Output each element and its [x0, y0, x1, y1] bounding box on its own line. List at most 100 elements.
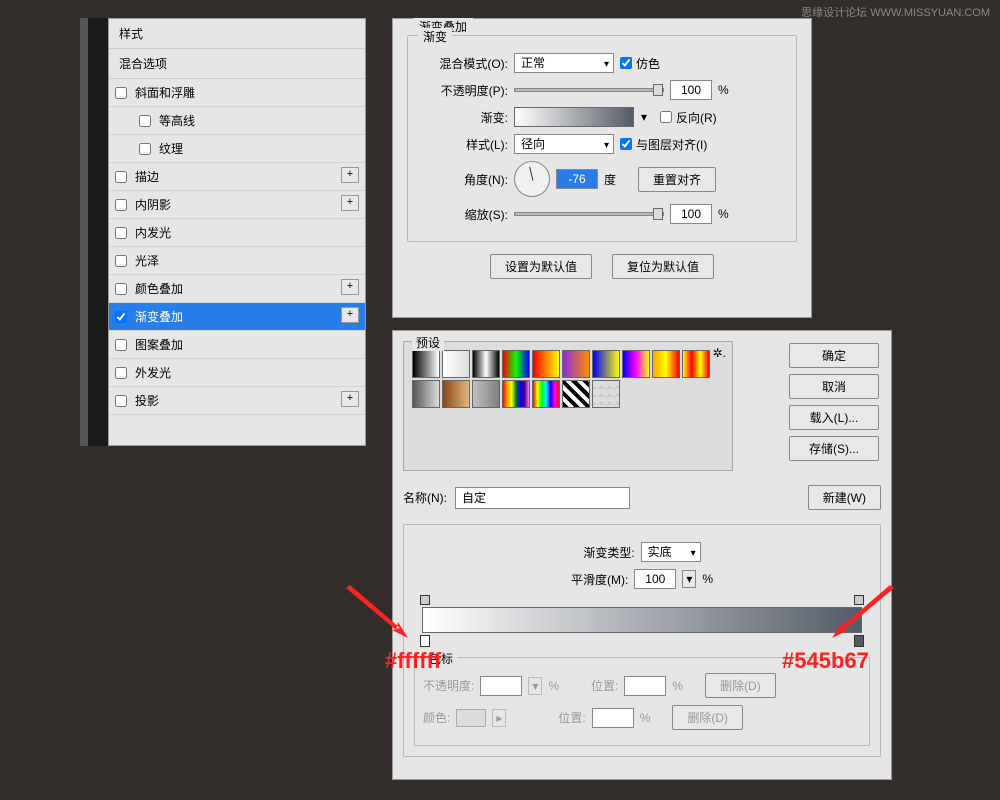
style-item-10[interactable]: 外发光 [109, 359, 365, 387]
style-label: 颜色叠加 [135, 280, 183, 297]
type-label: 渐变类型: [583, 544, 634, 561]
load-button[interactable]: 载入(L)... [789, 405, 879, 430]
color-label: 颜色: [423, 709, 450, 726]
preset-swatch-15[interactable] [562, 380, 590, 408]
style-checkbox[interactable] [115, 227, 127, 239]
style-item-6[interactable]: 光泽 [109, 247, 365, 275]
pct-label: % [640, 711, 651, 725]
style-checkbox[interactable] [115, 339, 127, 351]
style-checkbox[interactable] [115, 367, 127, 379]
smooth-input[interactable]: 100 [634, 569, 676, 589]
dropdown-arrow-icon: ▾ [528, 677, 542, 695]
align-checkbox[interactable]: 与图层对齐(I) [620, 136, 707, 153]
style-item-11[interactable]: 投影+ [109, 387, 365, 415]
style-checkbox[interactable] [115, 255, 127, 267]
style-dropdown[interactable]: 径向 [514, 134, 614, 154]
preset-swatch-5[interactable] [562, 350, 590, 378]
style-item-2[interactable]: 纹理 [109, 135, 365, 163]
blend-options-header[interactable]: 混合选项 [109, 49, 365, 79]
style-checkbox[interactable] [115, 311, 127, 323]
pos2-input [592, 708, 634, 728]
preset-swatch-13[interactable] [502, 380, 530, 408]
preset-swatch-14[interactable] [532, 380, 560, 408]
layer-styles-panel: 样式 混合选项 斜面和浮雕等高线纹理描边+内阴影+内发光光泽颜色叠加+渐变叠加+… [108, 18, 366, 446]
preset-swatch-10[interactable] [412, 380, 440, 408]
add-icon[interactable]: + [341, 279, 359, 295]
style-item-7[interactable]: 颜色叠加 + [109, 275, 365, 303]
type-dropdown[interactable]: 实底 [641, 542, 701, 562]
style-checkbox[interactable] [115, 87, 127, 99]
new-button[interactable]: 新建(W) [808, 485, 881, 510]
style-item-0[interactable]: 斜面和浮雕 [109, 79, 365, 107]
add-icon[interactable]: + [341, 167, 359, 183]
style-label: 外发光 [135, 364, 171, 381]
style-item-5[interactable]: 内发光 [109, 219, 365, 247]
style-item-8[interactable]: 渐变叠加+ [109, 303, 365, 331]
add-icon[interactable]: + [341, 307, 359, 323]
style-item-3[interactable]: 描边+ [109, 163, 365, 191]
angle-input[interactable]: -76 [556, 169, 598, 189]
dropdown-arrow-icon[interactable]: ▾ [682, 570, 696, 588]
preset-swatch-8[interactable] [652, 350, 680, 378]
arrow-right-icon [830, 580, 900, 640]
opacity2-label: 不透明度: [423, 677, 474, 694]
preset-swatch-6[interactable] [592, 350, 620, 378]
gradient-preview[interactable] [514, 107, 634, 127]
scale-slider[interactable] [514, 212, 664, 216]
style-checkbox[interactable] [115, 283, 127, 295]
pct-label: % [718, 207, 729, 221]
color-stop-left[interactable] [420, 635, 430, 647]
ok-button[interactable]: 确定 [789, 343, 879, 368]
reset-align-button[interactable]: 重置对齐 [638, 167, 716, 192]
style-checkbox[interactable] [115, 199, 127, 211]
preset-swatch-0[interactable] [412, 350, 440, 378]
gradient-editor-panel: 预设 ✲. 确定 取消 载入(L)... 存储(S)... 名称(N): 自定 … [392, 330, 892, 780]
style-checkbox[interactable] [139, 115, 151, 127]
arrow-left-icon [340, 580, 410, 640]
angle-dial[interactable] [514, 161, 550, 197]
preset-swatch-1[interactable] [442, 350, 470, 378]
pos-label: 位置: [558, 709, 585, 726]
preset-swatch-3[interactable] [502, 350, 530, 378]
preset-swatch-7[interactable] [622, 350, 650, 378]
blend-mode-label: 混合模式(O): [418, 55, 508, 72]
set-default-button[interactable]: 设置为默认值 [490, 254, 592, 279]
reset-default-button[interactable]: 复位为默认值 [612, 254, 714, 279]
pct-label: % [702, 572, 713, 586]
style-item-4[interactable]: 内阴影+ [109, 191, 365, 219]
smooth-label: 平滑度(M): [571, 571, 628, 588]
name-input[interactable]: 自定 [455, 487, 630, 509]
dark-strip [88, 18, 108, 446]
reverse-checkbox[interactable]: 反向(R) [660, 109, 717, 126]
style-item-1[interactable]: 等高线 [109, 107, 365, 135]
preset-swatch-12[interactable] [472, 380, 500, 408]
style-checkbox[interactable] [115, 395, 127, 407]
opacity-slider[interactable] [514, 88, 664, 92]
cancel-button[interactable]: 取消 [789, 374, 879, 399]
style-label: 内发光 [135, 224, 171, 241]
preset-swatch-9[interactable] [682, 350, 710, 378]
blend-mode-dropdown[interactable]: 正常 [514, 53, 614, 73]
style-label: 光泽 [135, 252, 159, 269]
opacity-stop-left[interactable] [420, 595, 430, 605]
preset-swatch-11[interactable] [442, 380, 470, 408]
save-button[interactable]: 存储(S)... [789, 436, 879, 461]
style-label: 纹理 [159, 140, 183, 157]
dither-checkbox[interactable]: 仿色 [620, 55, 660, 72]
style-checkbox[interactable] [139, 143, 151, 155]
preset-swatch-16[interactable] [592, 380, 620, 408]
preset-box: 预设 ✲. [403, 341, 733, 471]
opacity-input[interactable]: 100 [670, 80, 712, 100]
gear-icon[interactable]: ✲. [713, 346, 726, 360]
scale-input[interactable]: 100 [670, 204, 712, 224]
angle-unit: 度 [604, 171, 616, 188]
pct-label: % [718, 83, 729, 97]
preset-swatch-4[interactable] [532, 350, 560, 378]
style-checkbox[interactable] [115, 171, 127, 183]
preset-swatch-2[interactable] [472, 350, 500, 378]
gradient-bar[interactable] [422, 607, 862, 633]
dropdown-arrow-icon: ▸ [492, 709, 506, 727]
add-icon[interactable]: + [341, 195, 359, 211]
add-icon[interactable]: + [341, 391, 359, 407]
style-item-9[interactable]: 图案叠加 [109, 331, 365, 359]
